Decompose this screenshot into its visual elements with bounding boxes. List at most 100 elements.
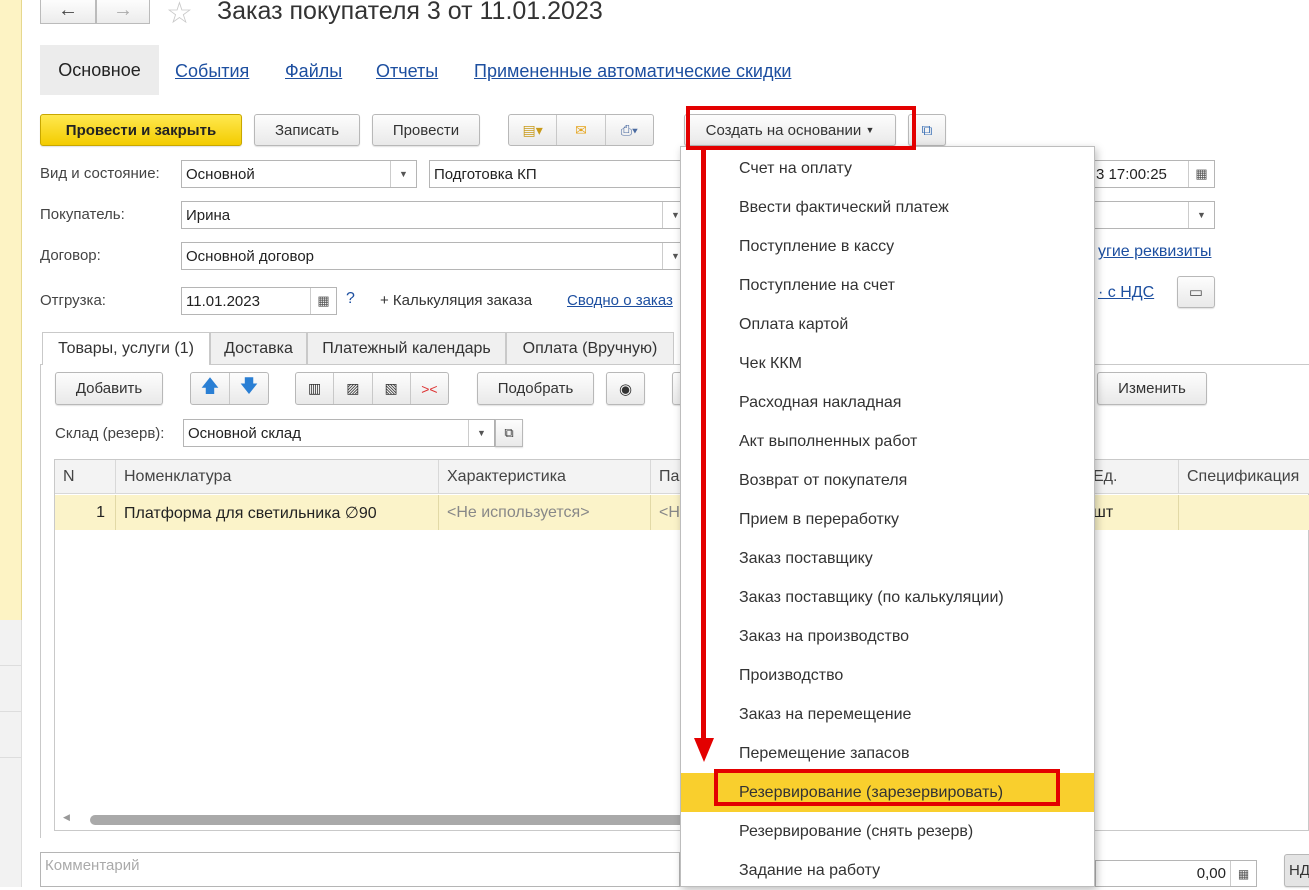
menu-item[interactable]: Акт выполненных работ [681, 422, 1094, 461]
post-button[interactable]: Провести [372, 114, 480, 146]
subtab-payment-calendar[interactable]: Платежный календарь [307, 332, 506, 364]
page-title: Заказ покупателя 3 от 11.01.2023 [217, 0, 603, 25]
menu-item[interactable]: Возврат от покупателя [681, 461, 1094, 500]
kind-field[interactable]: Основной ▼ [181, 160, 417, 188]
forward-button[interactable]: → [96, 0, 150, 24]
buyer-field[interactable]: Ирина ▼ [181, 201, 689, 229]
menu-item[interactable]: Прием в переработку [681, 500, 1094, 539]
write-button[interactable]: Записать [254, 114, 360, 146]
row-unit[interactable]: шт [1085, 495, 1179, 530]
add-button[interactable]: Добавить [55, 372, 163, 405]
scroll-left-icon[interactable]: ◀ [63, 812, 70, 823]
contract-field[interactable]: Основной договор ▼ [181, 242, 689, 270]
buyer-extra-field[interactable]: ▼ [1090, 201, 1215, 229]
post-and-close-button[interactable]: Провести и закрыть [40, 114, 242, 146]
document-status-icon[interactable]: ▤▾ [509, 115, 558, 145]
comment-field[interactable]: Комментарий [40, 852, 680, 887]
dropdown-icon[interactable]: ▼ [1188, 202, 1214, 228]
help-icon[interactable]: ? [346, 290, 355, 308]
menu-item[interactable]: Счет на оплату [681, 149, 1094, 188]
nds-button[interactable]: НД [1284, 854, 1309, 887]
column-header[interactable]: Спецификация [1179, 460, 1309, 494]
annotation-box-button [686, 106, 916, 150]
menu-item[interactable]: Чек ККМ [681, 344, 1094, 383]
annotation-box-item [714, 769, 1060, 806]
eye-icon[interactable]: ◉ [606, 372, 645, 405]
tab-events[interactable]: События [175, 61, 249, 82]
column-header[interactable]: N [55, 460, 116, 494]
menu-item[interactable]: Заказ на перемещение [681, 695, 1094, 734]
menu-item[interactable]: Производство [681, 656, 1094, 695]
left-panel-bottom [0, 620, 22, 887]
calendar-icon[interactable]: ▦ [1188, 161, 1214, 187]
arrow-left-icon: ← [58, 0, 78, 21]
row-spec[interactable] [1179, 495, 1309, 530]
dropdown-icon[interactable]: ▼ [390, 161, 416, 187]
column-header[interactable]: Ед. [1085, 460, 1179, 494]
menu-item[interactable]: Ввести фактический платеж [681, 188, 1094, 227]
calculator-icon[interactable]: ▦ [1230, 861, 1256, 886]
open-icon[interactable]: ⧉ [495, 419, 523, 447]
compare-icon[interactable]: >< [411, 373, 448, 404]
card-icon[interactable]: ▭ [1177, 276, 1215, 308]
shipment-label: Отгрузка: [40, 292, 106, 309]
menu-item[interactable]: Поступление в кассу [681, 227, 1094, 266]
favorite-star-icon[interactable]: ☆ [166, 0, 193, 31]
subtab-goods[interactable]: Товары, услуги (1) [42, 332, 210, 365]
row-number[interactable]: 1 [55, 495, 116, 530]
barcode-icon[interactable]: ▥ [296, 373, 335, 404]
summary-link[interactable]: Сводно о заказ [567, 292, 681, 309]
column-header[interactable]: Па [651, 460, 681, 494]
column-header[interactable]: Характеристика [439, 460, 651, 494]
tab-line [40, 364, 1309, 365]
arrow-right-icon: → [113, 0, 133, 21]
calendar-icon[interactable]: ▦ [310, 288, 336, 314]
menu-item[interactable]: Заказ поставщику (по калькуляции) [681, 578, 1094, 617]
row-item[interactable]: Платформа для светильника ∅90 [116, 495, 439, 530]
warehouse-label: Склад (резерв): [55, 425, 165, 442]
column-header[interactable]: Номенклатура [116, 460, 439, 494]
subtab-payment-manual[interactable]: Оплата (Вручную) [506, 332, 674, 364]
menu-item[interactable]: Заказ поставщику [681, 539, 1094, 578]
tab-files[interactable]: Файлы [285, 61, 342, 82]
tab-panel-border [40, 364, 41, 838]
tab-reports[interactable]: Отчеты [376, 61, 438, 82]
left-panel [0, 0, 22, 620]
device-icon[interactable]: ▧ [373, 373, 411, 404]
pick-button[interactable]: Подобрать [477, 372, 594, 405]
print-icon[interactable]: ⎙▾ [606, 115, 653, 145]
tab-auto-discounts[interactable]: Примененные автоматические скидки [474, 61, 791, 82]
menu-item[interactable]: Перемещение запасов [681, 734, 1094, 773]
toolbar-icon-group: ▤▾ ✉ ⎙▾ [508, 114, 654, 146]
arrow-up-icon[interactable]: 🡅 [191, 373, 230, 404]
other-requisites-link[interactable]: угие реквизиты [1098, 243, 1211, 261]
tab-main[interactable]: Основное [40, 45, 159, 95]
vat-link[interactable]: · с НДС [1098, 284, 1154, 302]
annotation-arrow-head [694, 738, 714, 762]
kind-label: Вид и состояние: [40, 165, 160, 182]
menu-item[interactable]: Заказ на производство [681, 617, 1094, 656]
shipment-date-field[interactable]: 11.01.2023 ▦ [181, 287, 337, 315]
move-group: 🡅 🡇 [190, 372, 269, 405]
buyer-label: Покупатель: [40, 206, 125, 223]
subtab-delivery[interactable]: Доставка [210, 332, 307, 364]
menu-item[interactable]: Оплата картой [681, 305, 1094, 344]
scanner-icon[interactable]: ▨ [334, 373, 373, 404]
menu-item[interactable]: Расходная накладная [681, 383, 1094, 422]
menu-item[interactable]: Резервирование (снять резерв) [681, 812, 1094, 851]
menu-item[interactable]: Задание на работу [681, 851, 1094, 890]
state-field[interactable]: Подготовка КП [429, 160, 689, 188]
dropdown-icon[interactable]: ▼ [468, 420, 494, 446]
mail-icon[interactable]: ✉ [557, 115, 606, 145]
menu-item[interactable]: Поступление на счет [681, 266, 1094, 305]
horizontal-scrollbar[interactable] [90, 815, 690, 825]
date-field[interactable]: 3 17:00:25 ▦ [1090, 160, 1215, 188]
calculation-button[interactable]: + Калькуляция заказа [380, 292, 532, 309]
warehouse-field[interactable]: Основной склад ▼ [183, 419, 495, 447]
contract-label: Договор: [40, 247, 101, 264]
total-field[interactable]: 0,00 ▦ [1095, 860, 1257, 887]
back-button[interactable]: ← [40, 0, 96, 24]
change-button[interactable]: Изменить [1097, 372, 1207, 405]
arrow-down-icon[interactable]: 🡇 [230, 373, 268, 404]
row-characteristic[interactable]: <Не используется> [439, 495, 651, 530]
